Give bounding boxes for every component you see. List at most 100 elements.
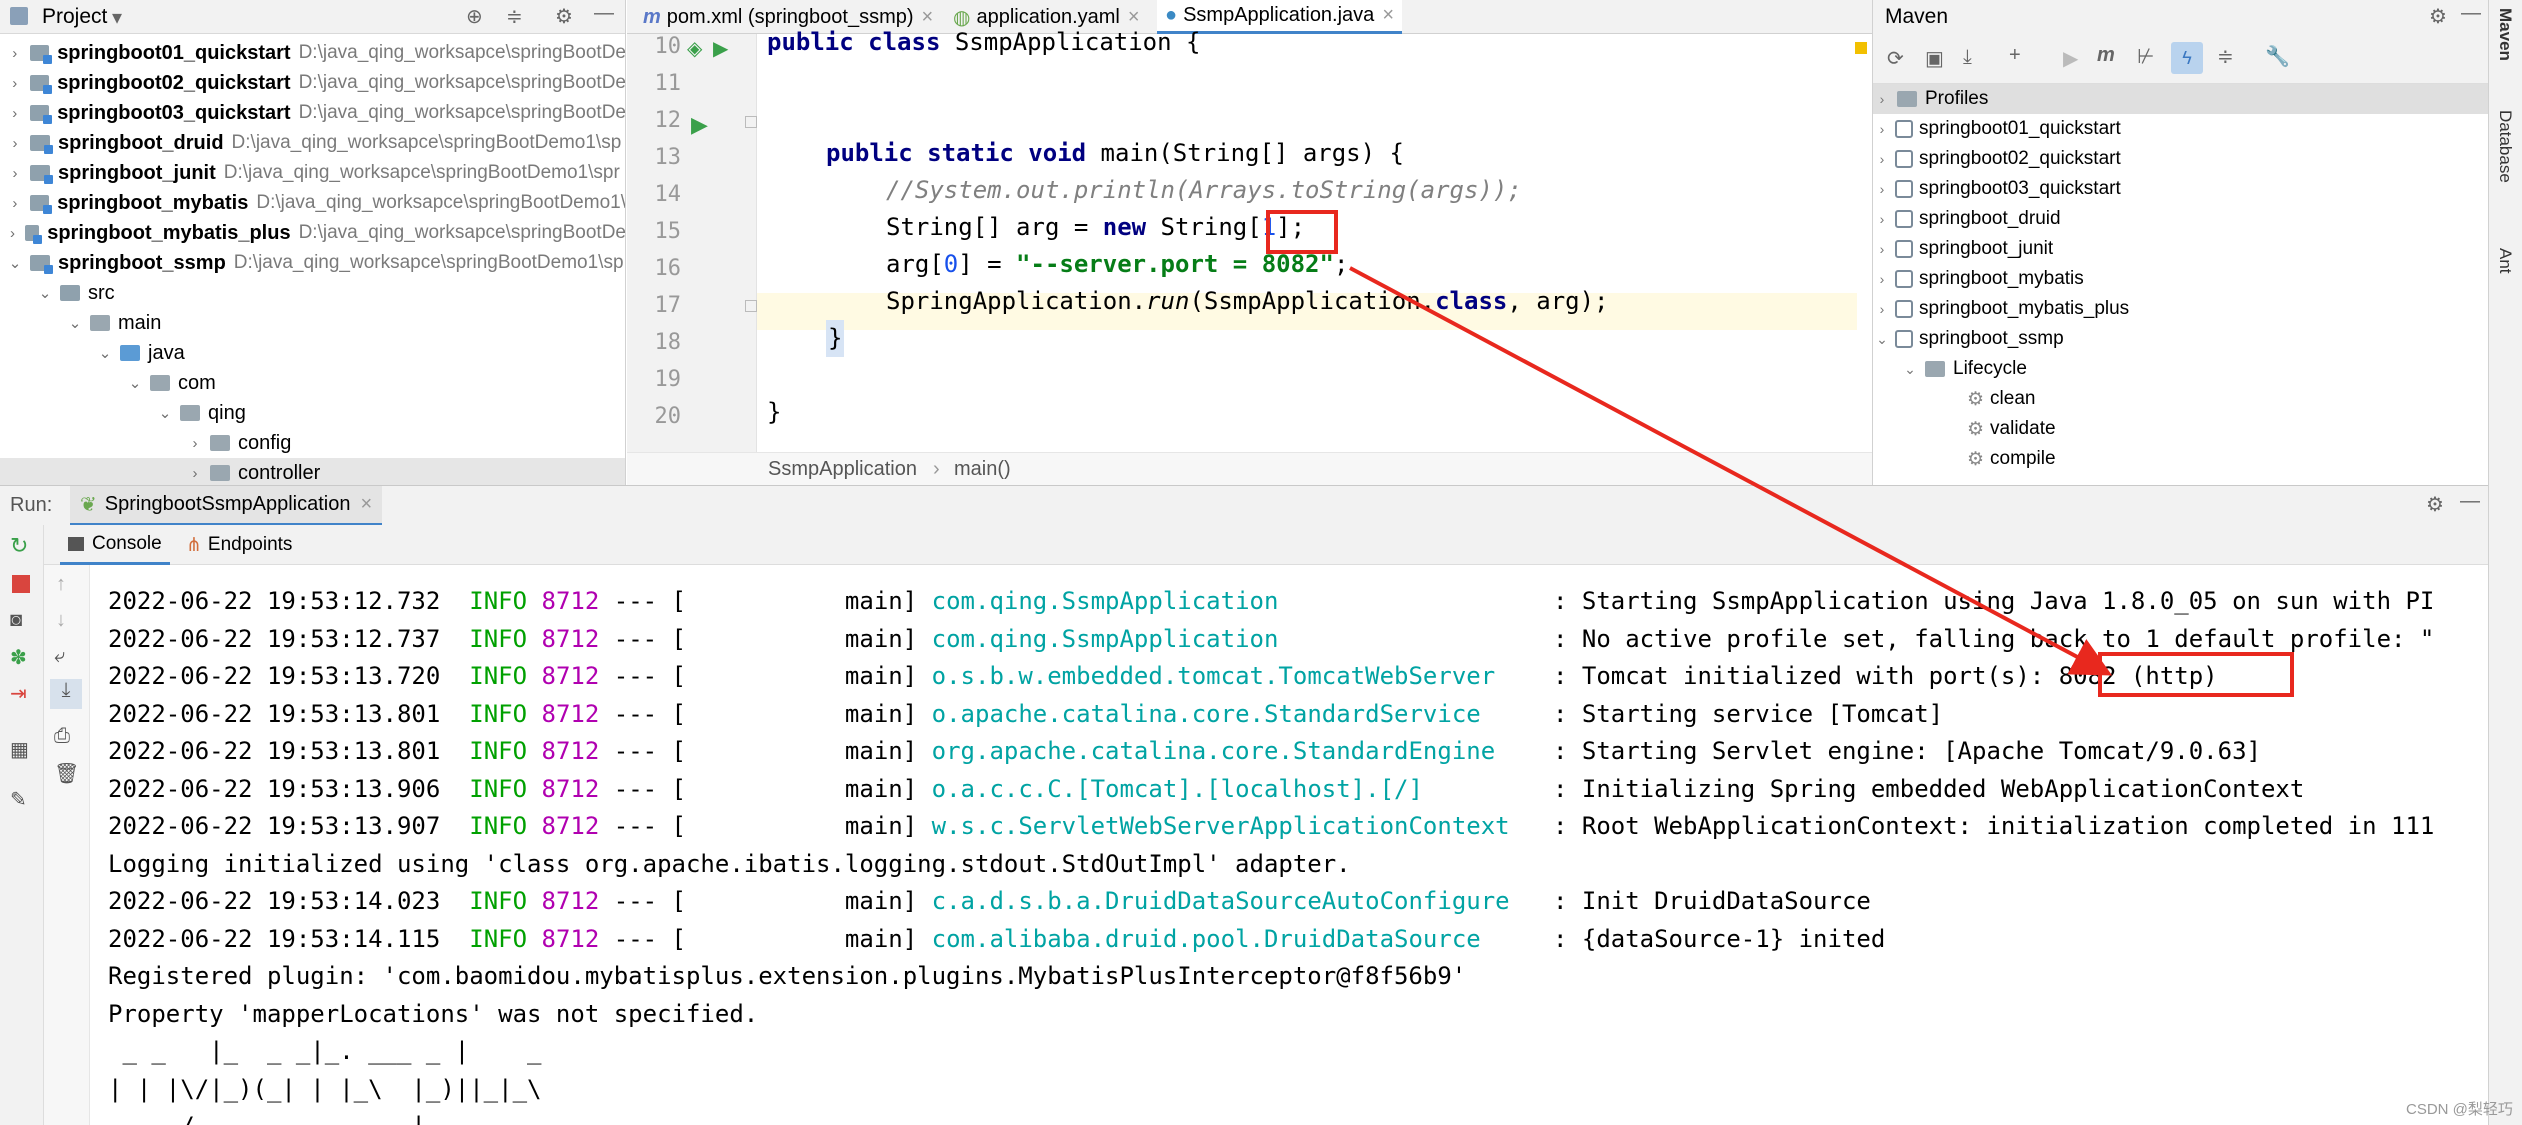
download-icon[interactable]: ⤓ (1963, 46, 1972, 69)
close-icon[interactable]: × (1382, 4, 1394, 27)
maven-project-springboot02_quickstart[interactable]: › springboot02_quickstart (1873, 144, 2488, 174)
chevron-right-icon[interactable]: › (6, 105, 24, 122)
chevron-down-icon[interactable]: ⌄ (36, 284, 54, 302)
maven-phase-compile[interactable]: ⚙ compile (1873, 444, 2488, 474)
skip-tests-icon[interactable]: ⊬ (2137, 44, 2154, 69)
chevron-right-icon[interactable]: › (6, 75, 24, 92)
locate-icon[interactable]: ⊕ (466, 4, 483, 29)
chevron-right-icon[interactable]: › (6, 45, 24, 62)
project-module-springboot02_quickstart[interactable]: › springboot02_quickstart D:\java_qing_wor… (0, 68, 625, 98)
chevron-right-icon[interactable]: › (1873, 121, 1891, 137)
close-icon[interactable]: × (360, 493, 372, 516)
project-module-springboot_ssmp[interactable]: ⌄ springboot_ssmp D:\java_qing_worksapce\s… (0, 248, 625, 278)
project-folder-controller[interactable]: › controller (0, 458, 625, 485)
maven-profiles[interactable]: › Profiles (1873, 84, 2488, 114)
minimize-icon[interactable]: — (2460, 490, 2480, 513)
pin-icon[interactable]: ✎ (10, 787, 27, 812)
maven-project-springboot03_quickstart[interactable]: › springboot03_quickstart (1873, 174, 2488, 204)
print-icon[interactable]: ⎙ (54, 725, 70, 748)
rerun-icon[interactable]: ↻ (10, 533, 28, 559)
maven-tool-tab[interactable]: Maven (2495, 8, 2515, 61)
maven-project-springboot_druid[interactable]: › springboot_druid (1873, 204, 2488, 234)
project-module-springboot_druid[interactable]: › springboot_druid D:\java_qing_worksapce\… (0, 128, 625, 158)
chevron-right-icon[interactable]: › (6, 195, 24, 212)
maven-lifecycle[interactable]: ⌄ Lifecycle (1873, 354, 2488, 384)
add-icon[interactable]: + (2009, 44, 2021, 67)
soft-wrap-icon[interactable]: ⤶ (54, 645, 65, 668)
chevron-down-icon[interactable]: ⌄ (66, 314, 84, 332)
maven-project-springboot01_quickstart[interactable]: › springboot01_quickstart (1873, 114, 2488, 144)
minimize-icon[interactable]: — (594, 2, 614, 25)
offline-icon[interactable]: ϟ (2171, 42, 2203, 74)
chevron-down-icon[interactable]: ⌄ (1873, 331, 1891, 348)
breadcrumb-method[interactable]: main() (954, 458, 1011, 481)
fold-icon[interactable] (745, 116, 757, 128)
collapse-icon[interactable]: ≑ (506, 4, 523, 29)
maven-phase-clean[interactable]: ⚙ clean (1873, 384, 2488, 414)
chevron-down-icon[interactable]: ⌄ (126, 374, 144, 392)
project-module-springboot_mybatis[interactable]: › springboot_mybatis D:\java_qing_worksapc… (0, 188, 625, 218)
chevron-right-icon[interactable]: › (6, 225, 19, 242)
maven-project-springboot_junit[interactable]: › springboot_junit (1873, 234, 2488, 264)
project-folder-main[interactable]: ⌄ main (0, 308, 625, 338)
chevron-right-icon[interactable]: › (1873, 151, 1891, 167)
chevron-right-icon[interactable]: › (1873, 301, 1891, 317)
chevron-down-icon[interactable]: ⌄ (96, 344, 114, 362)
project-module-springboot03_quickstart[interactable]: › springboot03_quickstart D:\java_qing_wor… (0, 98, 625, 128)
gear-icon[interactable]: ⚙ (555, 4, 573, 29)
project-module-springboot_mybatis_plus[interactable]: › springboot_mybatis_plus D:\java_qing_wor… (0, 218, 625, 248)
camera-icon[interactable]: ◙ (10, 609, 22, 632)
gear-icon[interactable]: ⚙ (2429, 4, 2447, 29)
maven-goal-icon[interactable]: m (2097, 44, 2115, 67)
endpoints-tab[interactable]: ⋔ Endpoints (178, 525, 300, 565)
stop-icon[interactable] (12, 575, 30, 593)
exit-icon[interactable]: ⇥ (10, 681, 27, 706)
project-module-springboot01_quickstart[interactable]: › springboot01_quickstart D:\java_qing_wor… (0, 38, 625, 68)
chevron-down-icon[interactable]: ⌄ (6, 254, 24, 272)
down-arrow-icon[interactable]: ↓ (56, 609, 66, 632)
chevron-right-icon[interactable]: › (6, 165, 24, 182)
layout-icon[interactable]: ▦ (10, 737, 29, 762)
chevron-right-icon[interactable]: › (1873, 181, 1891, 197)
chevron-down-icon[interactable]: ▾ (112, 5, 122, 30)
database-tool-tab[interactable]: Database (2495, 110, 2515, 183)
run-gutter-icon[interactable]: ▶ (713, 36, 728, 61)
run-main-icon[interactable]: ▶ (691, 112, 708, 138)
chevron-down-icon[interactable]: ⌄ (1901, 361, 1919, 378)
maven-project-springboot_mybatis_plus[interactable]: › springboot_mybatis_plus (1873, 294, 2488, 324)
run-config-tab[interactable]: ❦ SpringbootSsmpApplication × (70, 486, 383, 526)
breadcrumb-class[interactable]: SsmpApplication (768, 458, 917, 481)
gear-icon[interactable]: ⚙ (2426, 492, 2444, 517)
chevron-down-icon[interactable]: ⌄ (156, 404, 174, 422)
chevron-right-icon[interactable]: › (186, 435, 204, 452)
add-folder-icon[interactable]: ▣ (1925, 46, 1944, 71)
project-folder-java[interactable]: ⌄ java (0, 338, 625, 368)
chevron-right-icon[interactable]: › (1873, 271, 1891, 287)
console-tab[interactable]: Console (60, 525, 170, 565)
trash-icon[interactable]: 🗑 (54, 761, 79, 786)
debug-icon[interactable]: ✽ (10, 645, 27, 670)
chevron-right-icon[interactable]: › (1873, 241, 1891, 257)
project-folder-qing[interactable]: ⌄ qing (0, 398, 625, 428)
chevron-right-icon[interactable]: › (1873, 211, 1891, 227)
run-icon[interactable]: ◈ (687, 36, 702, 61)
fold-icon[interactable] (745, 300, 757, 312)
project-folder-com[interactable]: ⌄ com (0, 368, 625, 398)
chevron-right-icon[interactable]: › (186, 465, 204, 482)
maven-phase-validate[interactable]: ⚙ validate (1873, 414, 2488, 444)
project-folder-src[interactable]: ⌄ src (0, 278, 625, 308)
up-arrow-icon[interactable]: ↑ (56, 573, 66, 596)
project-module-springboot_junit[interactable]: › springboot_junit D:\java_qing_worksapce\… (0, 158, 625, 188)
run-icon[interactable]: ▶ (2063, 46, 2078, 71)
reload-icon[interactable]: ⟳ (1887, 46, 1904, 71)
console-output[interactable]: 2022-06-22 19:53:12.732 INFO 8712 --- [ … (90, 565, 2488, 1125)
collapse-icon[interactable]: ≑ (2217, 44, 2234, 69)
maven-project-springboot_ssmp[interactable]: ⌄ springboot_ssmp (1873, 324, 2488, 354)
wrench-icon[interactable]: 🔧 (2265, 44, 2290, 69)
project-title[interactable]: Project (42, 5, 107, 29)
warning-marker-icon[interactable] (1855, 42, 1867, 54)
maven-project-springboot_mybatis[interactable]: › springboot_mybatis (1873, 264, 2488, 294)
project-folder-config[interactable]: › config (0, 428, 625, 458)
minimize-icon[interactable]: — (2461, 2, 2481, 25)
chevron-right-icon[interactable]: › (6, 135, 24, 152)
